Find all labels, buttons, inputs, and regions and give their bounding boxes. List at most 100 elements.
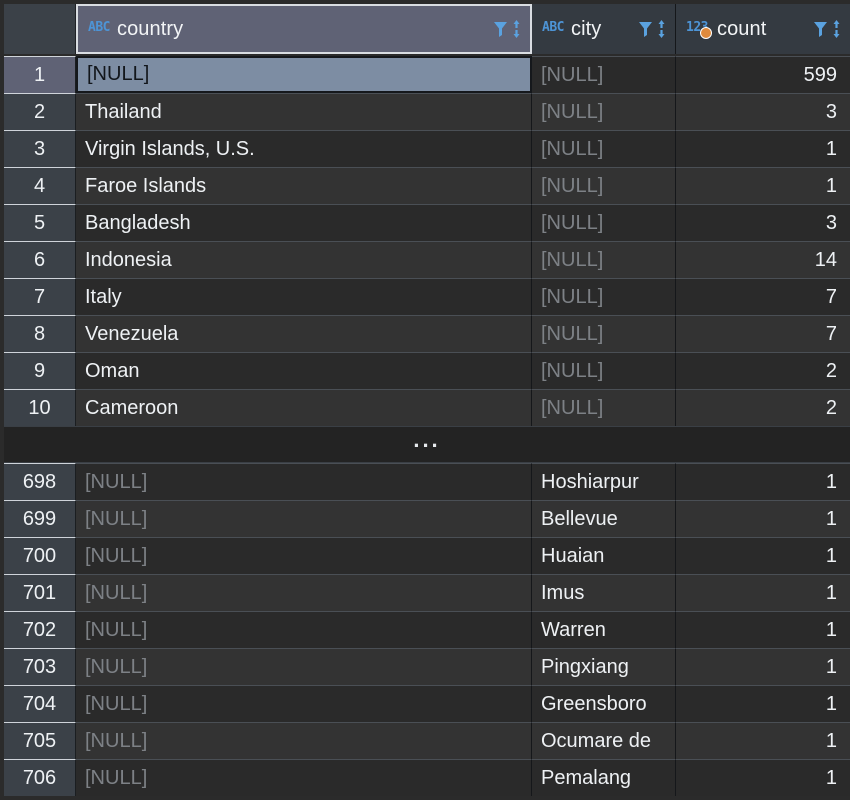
cell-count[interactable]: 1 — [676, 685, 850, 722]
cell-city[interactable]: [NULL] — [532, 241, 676, 278]
table-row[interactable]: 706 [NULL] Pemalang 1 — [0, 759, 850, 796]
filter-icon[interactable] — [638, 20, 653, 38]
cell-count[interactable]: 2 — [676, 389, 850, 426]
cell-count[interactable]: 1 — [676, 463, 850, 500]
cell-country[interactable]: Bangladesh — [76, 204, 532, 241]
table-row[interactable]: 702 [NULL] Warren 1 — [0, 611, 850, 648]
row-number-cell[interactable]: 699 — [4, 500, 76, 537]
cell-count[interactable]: 3 — [676, 204, 850, 241]
cell-city[interactable]: Imus — [532, 574, 676, 611]
cell-country[interactable]: Faroe Islands — [76, 167, 532, 204]
table-row[interactable]: 8 Venezuela [NULL] 7 — [0, 315, 850, 352]
cell-country[interactable]: [NULL] — [76, 500, 532, 537]
cell-country[interactable]: [NULL] — [76, 685, 532, 722]
cell-city[interactable]: Pingxiang — [532, 648, 676, 685]
cell-count[interactable]: 2 — [676, 352, 850, 389]
row-number-cell[interactable]: 701 — [4, 574, 76, 611]
cell-count[interactable]: 1 — [676, 722, 850, 759]
cell-city[interactable]: [NULL] — [532, 130, 676, 167]
cell-count[interactable]: 7 — [676, 278, 850, 315]
sort-ascending-descending-icon[interactable] — [511, 19, 522, 39]
cell-city[interactable]: Greensboro — [532, 685, 676, 722]
sort-ascending-descending-icon[interactable] — [656, 19, 667, 39]
column-header-count[interactable]: 123 count — [676, 4, 850, 54]
cell-count[interactable]: 1 — [676, 537, 850, 574]
table-row[interactable]: 5 Bangladesh [NULL] 3 — [0, 204, 850, 241]
row-number-cell[interactable]: 5 — [4, 204, 76, 241]
row-number-cell[interactable]: 2 — [4, 93, 76, 130]
row-number-cell[interactable]: 7 — [4, 278, 76, 315]
cell-country[interactable]: Oman — [76, 352, 532, 389]
row-number-cell[interactable]: 9 — [4, 352, 76, 389]
filter-icon[interactable] — [813, 20, 828, 38]
cell-city[interactable]: Ocumare de — [532, 722, 676, 759]
cell-country[interactable]: [NULL] — [76, 648, 532, 685]
row-number-cell[interactable]: 700 — [4, 537, 76, 574]
cell-city[interactable]: [NULL] — [532, 315, 676, 352]
table-row[interactable]: 9 Oman [NULL] 2 — [0, 352, 850, 389]
cell-count[interactable]: 1 — [676, 759, 850, 796]
row-number-cell[interactable]: 705 — [4, 722, 76, 759]
row-number-cell[interactable]: 706 — [4, 759, 76, 796]
row-number-cell[interactable]: 704 — [4, 685, 76, 722]
cell-count[interactable]: 1 — [676, 130, 850, 167]
cell-country[interactable]: [NULL] — [76, 463, 532, 500]
row-number-cell[interactable]: 698 — [4, 463, 76, 500]
row-number-cell[interactable]: 4 — [4, 167, 76, 204]
row-number-cell[interactable]: 6 — [4, 241, 76, 278]
row-number-cell[interactable]: 1 — [4, 56, 76, 93]
cell-city[interactable]: Huaian — [532, 537, 676, 574]
cell-count[interactable]: 1 — [676, 648, 850, 685]
cell-country[interactable]: Virgin Islands, U.S. — [76, 130, 532, 167]
cell-country[interactable]: Cameroon — [76, 389, 532, 426]
row-number-cell[interactable]: 3 — [4, 130, 76, 167]
cell-count[interactable]: 3 — [676, 93, 850, 130]
cell-city[interactable]: Bellevue — [532, 500, 676, 537]
row-number-cell[interactable]: 8 — [4, 315, 76, 352]
cell-city[interactable]: [NULL] — [532, 352, 676, 389]
filter-icon[interactable] — [493, 20, 508, 38]
table-row[interactable]: 700 [NULL] Huaian 1 — [0, 537, 850, 574]
table-row[interactable]: 4 Faroe Islands [NULL] 1 — [0, 167, 850, 204]
cell-city[interactable]: [NULL] — [532, 56, 676, 93]
cell-count[interactable]: 599 — [676, 56, 850, 93]
row-number-corner-cell[interactable] — [4, 4, 76, 54]
table-row[interactable]: 704 [NULL] Greensboro 1 — [0, 685, 850, 722]
cell-country[interactable]: [NULL] — [76, 537, 532, 574]
cell-country[interactable]: [NULL] — [76, 56, 532, 93]
cell-country[interactable]: [NULL] — [76, 759, 532, 796]
cell-country[interactable]: [NULL] — [76, 722, 532, 759]
cell-count[interactable]: 7 — [676, 315, 850, 352]
cell-city[interactable]: [NULL] — [532, 278, 676, 315]
cell-city[interactable]: Pemalang — [532, 759, 676, 796]
column-header-country[interactable]: ABC country — [76, 4, 532, 54]
cell-city[interactable]: Hoshiarpur — [532, 463, 676, 500]
row-number-cell[interactable]: 702 — [4, 611, 76, 648]
cell-country[interactable]: Indonesia — [76, 241, 532, 278]
table-row[interactable]: 10 Cameroon [NULL] 2 — [0, 389, 850, 426]
cell-city[interactable]: [NULL] — [532, 204, 676, 241]
table-row[interactable]: 703 [NULL] Pingxiang 1 — [0, 648, 850, 685]
cell-country[interactable]: Thailand — [76, 93, 532, 130]
cell-city[interactable]: [NULL] — [532, 167, 676, 204]
cell-country[interactable]: [NULL] — [76, 611, 532, 648]
table-row[interactable]: 699 [NULL] Bellevue 1 — [0, 500, 850, 537]
cell-city[interactable]: [NULL] — [532, 93, 676, 130]
cell-count[interactable]: 1 — [676, 500, 850, 537]
cell-city[interactable]: [NULL] — [532, 389, 676, 426]
cell-count[interactable]: 1 — [676, 611, 850, 648]
table-row[interactable]: 2 Thailand [NULL] 3 — [0, 93, 850, 130]
table-row[interactable]: 1 [NULL] [NULL] 599 — [0, 56, 850, 93]
cell-count[interactable]: 14 — [676, 241, 850, 278]
table-row[interactable]: 7 Italy [NULL] 7 — [0, 278, 850, 315]
cell-count[interactable]: 1 — [676, 574, 850, 611]
table-row[interactable]: 701 [NULL] Imus 1 — [0, 574, 850, 611]
row-number-cell[interactable]: 10 — [4, 389, 76, 426]
row-number-cell[interactable]: 703 — [4, 648, 76, 685]
table-row[interactable]: 6 Indonesia [NULL] 14 — [0, 241, 850, 278]
cell-country[interactable]: Venezuela — [76, 315, 532, 352]
cell-count[interactable]: 1 — [676, 167, 850, 204]
cell-city[interactable]: Warren — [532, 611, 676, 648]
cell-country[interactable]: [NULL] — [76, 574, 532, 611]
table-row[interactable]: 3 Virgin Islands, U.S. [NULL] 1 — [0, 130, 850, 167]
